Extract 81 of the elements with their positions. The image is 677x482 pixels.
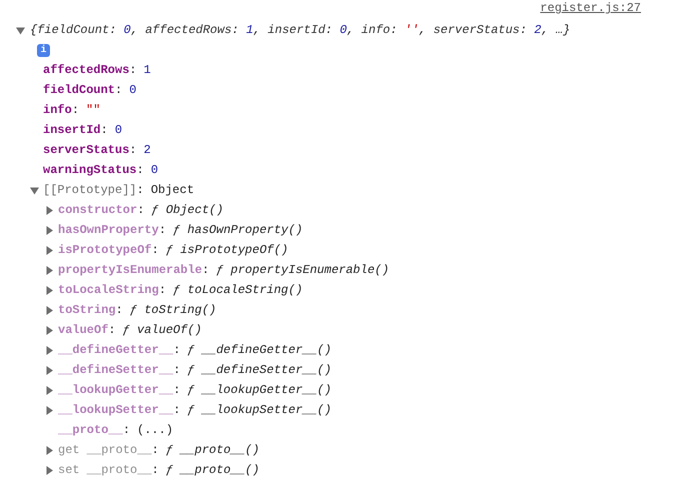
property-key: __defineSetter__ — [58, 360, 174, 380]
prototype-value: Object — [150, 182, 194, 199]
colon: : — [173, 342, 180, 359]
colon: : — [129, 142, 137, 159]
colon: : — [137, 202, 144, 219]
property-key: hasOwnProperty — [58, 220, 159, 240]
colon: : — [72, 102, 80, 119]
function-value: ƒ hasOwnProperty() — [173, 222, 303, 239]
collapsed-triangle-icon[interactable] — [45, 406, 54, 414]
function-value: ƒ valueOf() — [122, 322, 202, 339]
property-key: __lookupGetter__ — [58, 380, 174, 400]
colon: : — [129, 62, 137, 79]
property-value: 2 — [144, 142, 151, 159]
property-key: affectedRows — [43, 60, 130, 80]
function-value: ƒ __lookupGetter__() — [187, 382, 332, 399]
property-key: valueOf — [58, 320, 108, 340]
property-key: warningStatus — [43, 160, 137, 180]
collapsed-triangle-icon[interactable] — [45, 326, 54, 334]
property-key: info — [43, 100, 72, 120]
property-value: 0 — [129, 82, 136, 99]
collapsed-triangle-icon[interactable] — [45, 366, 54, 374]
collapsed-triangle-icon[interactable] — [45, 226, 54, 234]
property-key: propertyIsEnumerable — [58, 260, 202, 280]
colon: : — [122, 422, 130, 439]
property-key: toLocaleString — [58, 280, 159, 300]
property-value: "" — [86, 102, 100, 119]
property-key: constructor — [58, 200, 138, 220]
colon: : — [173, 362, 180, 379]
function-value: ƒ toLocaleString() — [173, 282, 303, 299]
collapsed-triangle-icon[interactable] — [45, 246, 54, 254]
colon: : — [115, 82, 122, 99]
colon: : — [136, 162, 144, 179]
collapsed-triangle-icon[interactable] — [45, 446, 54, 454]
colon: : — [108, 322, 116, 339]
collapsed-triangle-icon[interactable] — [45, 266, 54, 274]
colon: : — [100, 122, 108, 139]
collapsed-triangle-icon[interactable] — [45, 466, 54, 474]
collapsed-triangle-icon[interactable] — [45, 306, 54, 314]
property-key: __lookupSetter__ — [58, 400, 174, 420]
colon: : — [173, 382, 180, 399]
expanded-triangle-icon[interactable] — [30, 186, 39, 194]
function-value: ƒ __defineSetter__() — [187, 362, 332, 379]
collapsed-triangle-icon[interactable] — [45, 346, 54, 354]
prototype-key: [[Prototype]] — [43, 180, 137, 200]
property-key: isPrototypeOf — [58, 240, 152, 260]
colon: : — [152, 462, 159, 479]
property-key: insertId — [43, 120, 101, 140]
info-badge[interactable]: i — [37, 44, 50, 56]
function-value: ƒ toString() — [130, 302, 216, 319]
object-summary[interactable]: {fieldCount: 0, affectedRows: 1, insertId: 0, info: '', serverStatus: 2, …} — [30, 20, 570, 40]
function-value: ƒ __proto__() — [166, 442, 260, 459]
colon: : — [158, 222, 166, 239]
property-value: 0 — [114, 122, 122, 139]
property-key: __defineGetter__ — [58, 340, 174, 360]
colon: : — [152, 442, 159, 459]
property-key: __proto__ — [58, 420, 123, 440]
property-key: fieldCount — [43, 80, 116, 100]
function-value: ƒ propertyIsEnumerable() — [216, 262, 390, 279]
property-key: toString — [58, 300, 116, 320]
property-key: serverStatus — [43, 140, 130, 160]
function-value: ƒ Object() — [151, 202, 224, 219]
lazy-value: (...) — [137, 422, 174, 439]
function-value: ƒ __lookupSetter__() — [187, 402, 332, 419]
colon: : — [173, 402, 180, 419]
function-value: ƒ isPrototypeOf() — [166, 242, 288, 259]
source-link[interactable]: register.js:27 — [540, 0, 641, 20]
property-value: 1 — [144, 62, 151, 79]
property-key: get __proto__ — [58, 440, 152, 460]
collapsed-triangle-icon[interactable] — [45, 286, 54, 294]
property-value: 0 — [150, 162, 158, 179]
collapsed-triangle-icon[interactable] — [45, 386, 54, 394]
colon: : — [116, 302, 123, 319]
colon: : — [136, 182, 144, 199]
colon: : — [158, 282, 166, 299]
expanded-triangle-icon[interactable] — [16, 26, 25, 34]
function-value: ƒ __defineGetter__() — [187, 342, 332, 359]
collapsed-triangle-icon[interactable] — [45, 206, 54, 214]
colon: : — [202, 262, 210, 279]
function-value: ƒ __proto__() — [166, 462, 260, 479]
property-key: set __proto__ — [58, 460, 152, 480]
colon: : — [152, 242, 159, 259]
